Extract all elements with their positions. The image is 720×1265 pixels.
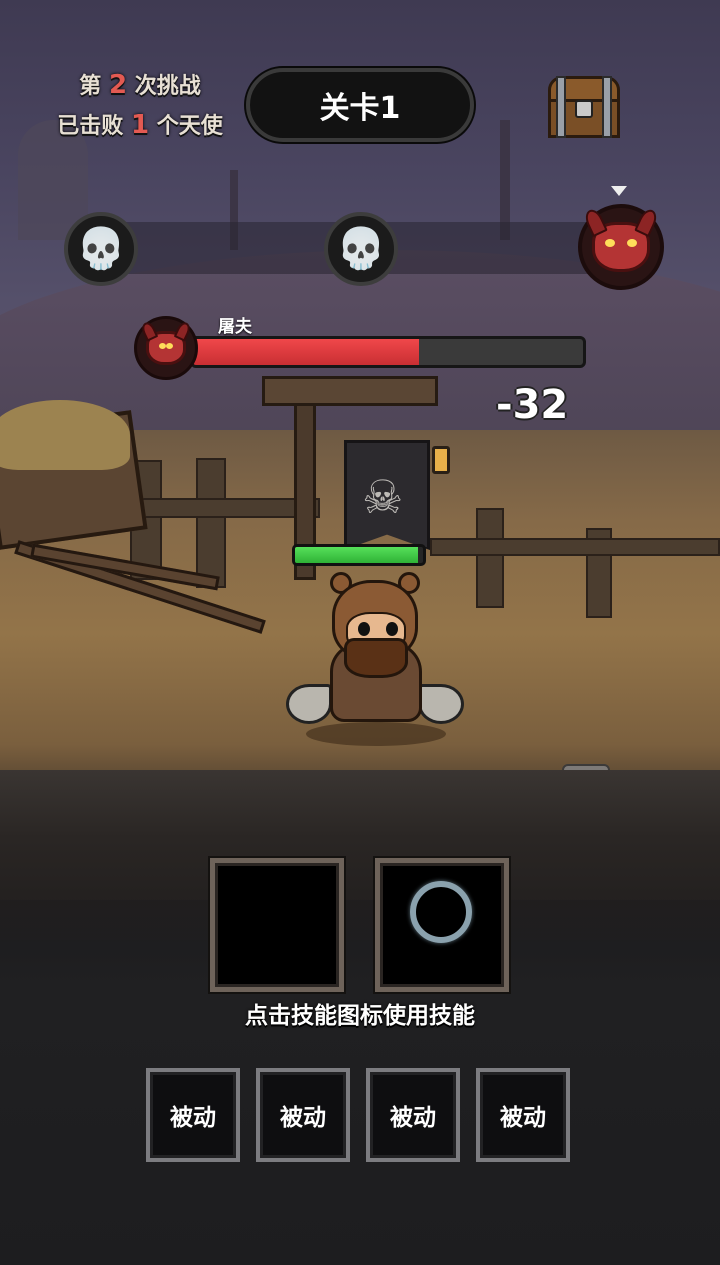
skill-slot-1[interactable] [210, 858, 344, 992]
passive-label: 被动 [500, 1105, 546, 1131]
fence-rail [120, 498, 320, 518]
level-label: 关卡1 [319, 91, 401, 126]
challenge-info: 第 2 次挑战 已击败 1 个天使 [40, 66, 240, 146]
enemy-name: 屠夫 [218, 317, 252, 337]
passive-label: 被动 [390, 1105, 436, 1131]
axe-icon [418, 684, 464, 724]
challenge-count: 2 [108, 70, 128, 100]
current-wave-pointer-icon [611, 186, 627, 196]
defeated-count-line: 已击败 1 个天使 [40, 106, 240, 146]
hero-beard [344, 638, 408, 678]
challenge-count-line: 第 2 次挑战 [40, 66, 240, 106]
hero-hp-bar [292, 544, 426, 566]
defeated-suffix: 个天使 [156, 114, 223, 139]
passive-slot-3[interactable]: 被动 [366, 1068, 460, 1162]
hero-eye [358, 622, 370, 636]
skill-slot-2[interactable] [375, 858, 509, 992]
fence-post [196, 458, 226, 588]
challenge-prefix: 第 [79, 74, 102, 99]
chest-lock-icon [575, 100, 593, 118]
banner-skull-icon: ☠ [362, 470, 404, 524]
demon-boss-icon [139, 320, 193, 365]
treasure-chest-icon[interactable] [548, 76, 620, 138]
hero-character [286, 572, 466, 752]
enemy-portrait [134, 316, 198, 380]
damage-popup: -32 [496, 382, 569, 428]
skill-panel-background [0, 900, 720, 1265]
enemy-hp-bar [190, 336, 586, 368]
hay-pile [0, 400, 130, 470]
fence-rail [430, 538, 720, 556]
enemy-hp-fill [193, 339, 420, 365]
passive-label: 被动 [170, 1105, 216, 1131]
passive-slot-2[interactable]: 被动 [256, 1068, 350, 1162]
passive-label: 被动 [280, 1105, 326, 1131]
chest-band [556, 76, 566, 138]
axe-icon [286, 684, 332, 724]
skull-icon: 💀 [76, 226, 126, 272]
skill-hint: 点击技能图标使用技能 [245, 1003, 475, 1029]
passive-slot-4[interactable]: 被动 [476, 1068, 570, 1162]
wave-node-2: 💀 [324, 212, 398, 286]
skull-icon: 💀 [336, 226, 386, 272]
passive-slot-1[interactable]: 被动 [146, 1068, 240, 1162]
lantern-icon [432, 446, 450, 474]
demon-boss-icon [582, 206, 660, 272]
defeated-prefix: 已击败 [57, 114, 124, 139]
challenge-suffix: 次挑战 [134, 74, 201, 99]
wave-node-1: 💀 [64, 212, 138, 286]
hero-eye [386, 622, 398, 636]
hero-hp-fill [295, 547, 418, 563]
fence-post [476, 508, 504, 608]
level-title: 关卡1 [246, 68, 474, 142]
chest-band [602, 76, 612, 138]
cooldown-ring-icon [410, 881, 472, 943]
sign-crossbeam [262, 376, 438, 406]
defeated-count: 1 [130, 110, 150, 140]
wave-node-boss [578, 204, 664, 290]
